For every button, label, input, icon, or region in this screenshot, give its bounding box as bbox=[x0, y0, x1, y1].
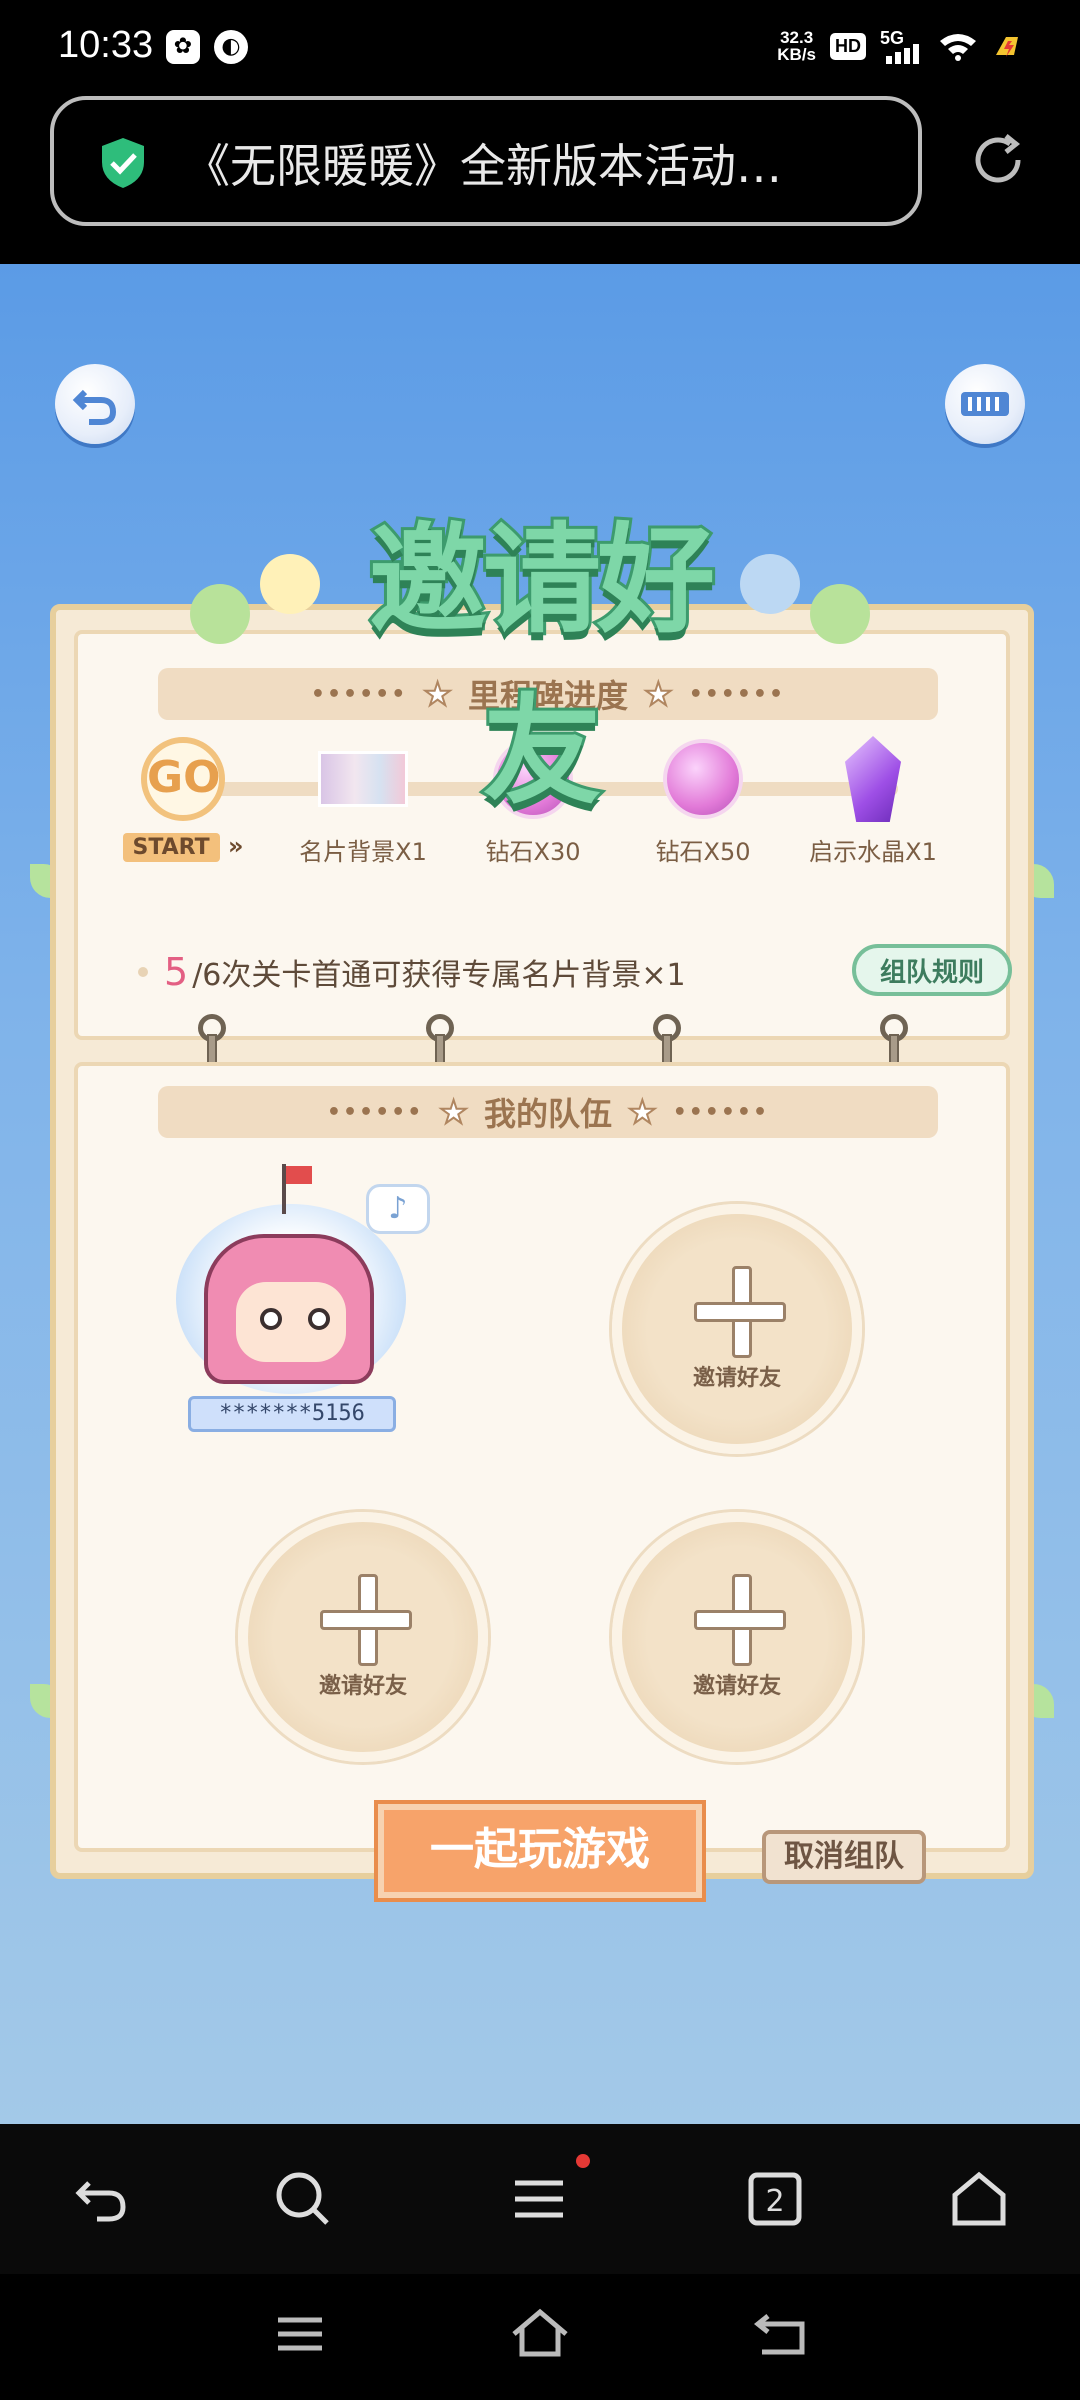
progress-count: 5 bbox=[164, 950, 189, 994]
milestone-crystal[interactable]: 启示水晶X1 bbox=[798, 734, 948, 867]
shield-check-icon bbox=[102, 138, 144, 188]
reload-icon[interactable] bbox=[966, 128, 1030, 192]
flower-decoration bbox=[740, 554, 800, 614]
system-home-icon[interactable] bbox=[508, 2302, 572, 2366]
start-label: START bbox=[122, 833, 220, 862]
invite-friend-slot[interactable]: 邀请好友 bbox=[612, 1512, 862, 1762]
notification-dot bbox=[576, 2154, 590, 2168]
leaf-decoration bbox=[190, 584, 250, 644]
tab-count: 2 bbox=[765, 2184, 784, 2219]
invite-friend-slot[interactable]: 邀请好友 bbox=[238, 1512, 488, 1762]
net-speed-unit: KB/s bbox=[777, 45, 816, 64]
star-icon: ★ bbox=[627, 1092, 658, 1132]
back-arrow-icon bbox=[75, 2181, 126, 2222]
menu-button[interactable] bbox=[504, 2164, 574, 2234]
milestone-label: 启示水晶X1 bbox=[809, 838, 937, 866]
progress-description: 5 /6次关卡首通可获得专属名片背景×1 组队规则 bbox=[138, 944, 1012, 1000]
baidu-paw-icon: ✿ bbox=[166, 30, 200, 64]
browser-url-bar: 《无限暖暖》全新版本活动… bbox=[0, 96, 1080, 264]
audio-bars-icon bbox=[961, 392, 1009, 416]
title-banner: 邀请好友 bbox=[160, 484, 920, 823]
notification-icons: ✿ ◐ bbox=[166, 30, 248, 64]
go-icon: GO bbox=[141, 737, 225, 821]
system-back-icon[interactable] bbox=[748, 2302, 812, 2366]
crystal-icon bbox=[845, 736, 901, 822]
net-speed-value: 32.3 bbox=[780, 28, 814, 47]
browser-toolbar: 2 bbox=[0, 2124, 1080, 2274]
system-nav-bar bbox=[0, 2274, 1080, 2400]
undo-arrow-icon bbox=[72, 389, 117, 425]
clock: 10:33 bbox=[58, 24, 154, 66]
page-title: 《无限暖暖》全新版本活动… bbox=[184, 139, 782, 193]
invite-friend-slot[interactable]: 邀请好友 bbox=[612, 1204, 862, 1454]
menu-icon bbox=[515, 2180, 563, 2218]
tabs-icon: 2 bbox=[748, 2172, 802, 2226]
invite-label: 邀请好友 bbox=[318, 1674, 407, 1699]
plus-icon bbox=[694, 1574, 786, 1666]
cancel-team-button[interactable]: 取消组队 bbox=[762, 1830, 926, 1884]
game-canvas: •••••• ★ 里程碑进度 ★ •••••• GO START » 名片背景X… bbox=[0, 264, 1080, 2124]
signal-5g-icon: 5G bbox=[880, 28, 924, 64]
milestone-start: GO START » bbox=[108, 734, 258, 862]
music-note-icon: ♪ bbox=[366, 1184, 430, 1234]
address-box[interactable]: 《无限暖暖》全新版本活动… bbox=[50, 96, 922, 226]
wifi-icon bbox=[940, 34, 976, 61]
plus-icon bbox=[694, 1266, 786, 1358]
team-header: •••••• ★ 我的队伍 ★ •••••• bbox=[158, 1086, 938, 1138]
home-icon bbox=[952, 2171, 1006, 2226]
music-toggle-button[interactable] bbox=[945, 364, 1025, 444]
search-button[interactable] bbox=[268, 2164, 338, 2234]
milestone-label: 名片背景X1 bbox=[299, 838, 427, 866]
hd-icon: HD bbox=[830, 32, 866, 60]
invite-label: 邀请好友 bbox=[692, 1366, 781, 1391]
star-icon: ★ bbox=[438, 1092, 469, 1132]
status-bar: 10:33 ✿ ◐ 32.3 KB/s HD 5G bbox=[0, 0, 1080, 96]
app-notification-icon: ◐ bbox=[214, 30, 248, 64]
team-rules-button[interactable]: 组队规则 bbox=[852, 944, 1012, 996]
page-heading: 邀请好友 bbox=[366, 508, 718, 823]
flower-decoration bbox=[260, 554, 320, 614]
home-button[interactable] bbox=[944, 2164, 1014, 2234]
milestone-label: 钻石X50 bbox=[655, 838, 751, 866]
progress-text: /6次关卡首通可获得专属名片背景×1 bbox=[192, 958, 686, 993]
search-icon bbox=[276, 2172, 329, 2225]
plus-icon bbox=[320, 1574, 412, 1666]
team-member-slot[interactable]: ♪ *******5156 bbox=[166, 1164, 430, 1434]
back-button[interactable] bbox=[55, 364, 135, 444]
team-header-text: 我的队伍 bbox=[483, 1095, 612, 1133]
battery-icon bbox=[996, 37, 1018, 57]
recent-apps-icon[interactable] bbox=[268, 2302, 332, 2366]
status-icons: 32.3 KB/s HD 5G bbox=[777, 28, 1024, 64]
invite-label: 邀请好友 bbox=[692, 1674, 781, 1699]
tabs-button[interactable]: 2 bbox=[740, 2164, 810, 2234]
play-together-button[interactable]: 一起玩游戏 bbox=[378, 1804, 702, 1898]
member-name: *******5156 bbox=[188, 1396, 396, 1432]
back-nav-button[interactable] bbox=[66, 2164, 136, 2234]
leaf-decoration bbox=[810, 584, 870, 644]
milestone-label: 钻石X30 bbox=[485, 838, 581, 866]
network-speed: 32.3 KB/s bbox=[777, 29, 816, 63]
